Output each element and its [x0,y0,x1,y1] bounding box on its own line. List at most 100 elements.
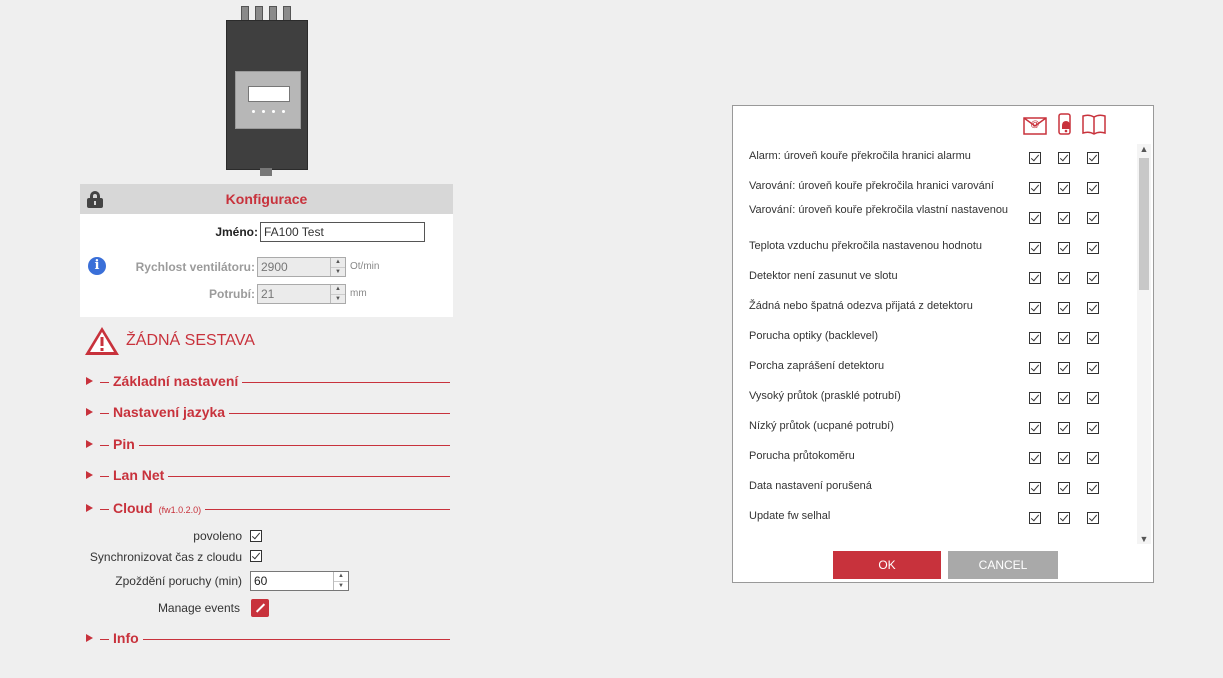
manage-events-label: Manage events [157,601,240,615]
phone-checkbox[interactable] [1058,182,1070,194]
section-cloud[interactable]: Cloud (fw1.0.2.0) [86,500,450,518]
email-checkbox[interactable] [1029,272,1041,284]
phone-checkbox[interactable] [1058,242,1070,254]
fan-speed-unit: Ot/min [350,261,380,272]
phone-checkbox[interactable] [1058,212,1070,224]
section-lan-net[interactable]: Lan Net [86,467,450,485]
email-checkbox[interactable] [1029,212,1041,224]
log-checkbox[interactable] [1087,392,1099,404]
pipe-label: Potrubí: [209,287,255,301]
pipe-input[interactable]: 21 ▲ ▼ [257,284,346,304]
phone-checkbox[interactable] [1058,152,1070,164]
log-checkbox[interactable] [1087,362,1099,374]
cloud-delay-input[interactable]: 60 ▲ ▼ [250,571,349,591]
log-checkbox[interactable] [1087,272,1099,284]
pipe-unit: mm [350,288,367,299]
section-label: Základní nastavení [113,373,243,389]
cloud-sync-label: Synchronizovat čas z cloudu [89,550,242,564]
email-icon: @ [1023,117,1047,135]
events-dialog: @ Alarm: úroveň kouře překročila hranici… [732,105,1154,583]
event-row: Vysoký průtok (prasklé potrubí) [733,384,1137,414]
event-row: Porcha zaprášení detektoru [733,354,1137,384]
email-checkbox[interactable] [1029,332,1041,344]
log-checkbox[interactable] [1087,452,1099,464]
event-row: Žádná nebo špatná odezva přijatá z detek… [733,294,1137,324]
event-row: Teplota vzduchu překročila nastavenou ho… [733,234,1137,264]
cloud-delay-label: Zpoždění poruchy (min) [115,574,242,588]
log-checkbox[interactable] [1087,182,1099,194]
log-checkbox[interactable] [1087,242,1099,254]
phone-checkbox[interactable] [1058,272,1070,284]
email-checkbox[interactable] [1029,362,1041,374]
email-checkbox[interactable] [1029,302,1041,314]
email-checkbox[interactable] [1029,512,1041,524]
fan-speed-label: Rychlost ventilátoru: [135,260,255,274]
log-checkbox[interactable] [1087,302,1099,314]
event-row: Varování: úroveň kouře překročila vlastn… [733,204,1137,234]
phone-checkbox[interactable] [1058,452,1070,464]
section-label: Nastavení jazyka [113,404,230,420]
name-input[interactable] [260,222,425,242]
email-checkbox[interactable] [1029,392,1041,404]
scroll-down-icon[interactable]: ▼ [1137,534,1151,544]
cloud-sync-checkbox[interactable] [250,550,262,562]
event-row: Porucha optiky (backlevel) [733,324,1137,354]
event-row: Detektor není zasunut ve slotu [733,264,1137,294]
log-checkbox[interactable] [1087,482,1099,494]
section-info[interactable]: Info [86,630,450,648]
warning-icon [85,327,119,355]
section-label: Pin [113,436,139,452]
cloud-enabled-label: povoleno [193,529,242,543]
email-checkbox[interactable] [1029,482,1041,494]
device-image [222,6,310,176]
log-checkbox[interactable] [1087,152,1099,164]
events-scrollbar[interactable]: ▲ ▼ [1137,144,1151,544]
log-checkbox[interactable] [1087,332,1099,344]
svg-text:@: @ [1030,119,1039,129]
events-list: Alarm: úroveň kouře překročila hranici a… [733,144,1137,542]
log-checkbox[interactable] [1087,422,1099,434]
event-row: Varování: úroveň kouře překročila hranic… [733,174,1137,204]
cancel-button[interactable]: CANCEL [948,551,1058,579]
section-basic-settings[interactable]: Základní nastavení [86,373,450,391]
config-title: Konfigurace [225,191,308,207]
ok-button[interactable]: OK [833,551,941,579]
phone-checkbox[interactable] [1058,362,1070,374]
phone-checkbox[interactable] [1058,302,1070,314]
name-label: Jméno: [215,225,258,239]
book-icon [1082,114,1106,135]
pencil-icon [255,603,266,613]
event-row: Porucha průtokoměru [733,444,1137,474]
event-row-partial [733,534,1137,542]
cloud-fw-version: (fw1.0.2.0) [158,505,202,515]
warning-text: ŽÁDNÁ SESTAVA [126,332,255,349]
phone-checkbox[interactable] [1058,512,1070,524]
event-row: Nízký průtok (ucpané potrubí) [733,414,1137,444]
section-pin[interactable]: Pin [86,436,450,454]
log-checkbox[interactable] [1087,512,1099,524]
cloud-enabled-checkbox[interactable] [250,530,262,542]
email-checkbox[interactable] [1029,242,1041,254]
phone-alarm-icon [1058,113,1071,135]
fan-speed-input[interactable]: 2900 ▲ ▼ [257,257,346,277]
phone-checkbox[interactable] [1058,482,1070,494]
info-icon[interactable]: i [88,257,106,275]
phone-checkbox[interactable] [1058,422,1070,434]
section-label: Lan Net [113,467,169,483]
log-checkbox[interactable] [1087,212,1099,224]
section-label: Info [113,630,143,646]
phone-checkbox[interactable] [1058,332,1070,344]
phone-checkbox[interactable] [1058,392,1070,404]
event-row: Data nastavení porušená [733,474,1137,504]
scroll-thumb[interactable] [1139,158,1149,290]
event-row: Alarm: úroveň kouře překročila hranici a… [733,144,1137,174]
section-language[interactable]: Nastavení jazyka [86,404,450,422]
email-checkbox[interactable] [1029,452,1041,464]
email-checkbox[interactable] [1029,152,1041,164]
edit-events-button[interactable] [251,599,269,617]
email-checkbox[interactable] [1029,182,1041,194]
scroll-up-icon[interactable]: ▲ [1137,144,1151,154]
event-row: Update fw selhal [733,504,1137,534]
config-header: Konfigurace [80,184,453,214]
email-checkbox[interactable] [1029,422,1041,434]
